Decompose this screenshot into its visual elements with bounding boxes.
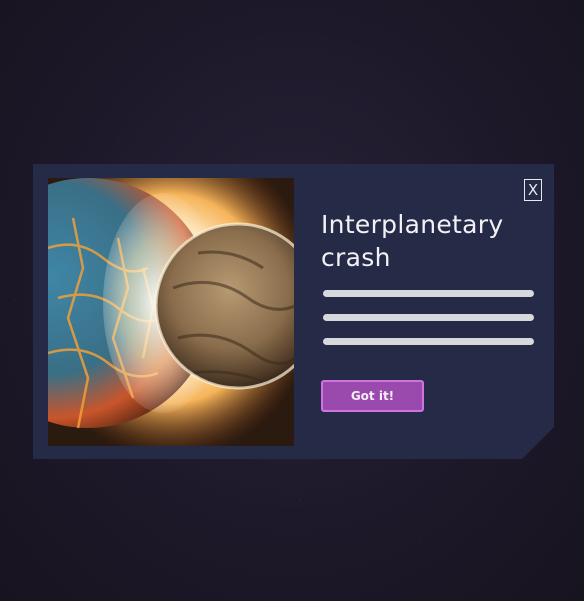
text-placeholder-line [323,290,534,297]
got-it-button[interactable]: Got it! [321,380,424,412]
planet-collision-image [48,178,294,446]
dialog-title: Interplanetary crash [321,210,504,272]
text-placeholder-line [323,338,534,345]
text-placeholder-line [323,314,534,321]
close-icon: X [527,181,539,199]
modal-dialog: X Interplanetary crash Got it! [33,164,554,459]
close-button[interactable]: X [524,179,542,201]
